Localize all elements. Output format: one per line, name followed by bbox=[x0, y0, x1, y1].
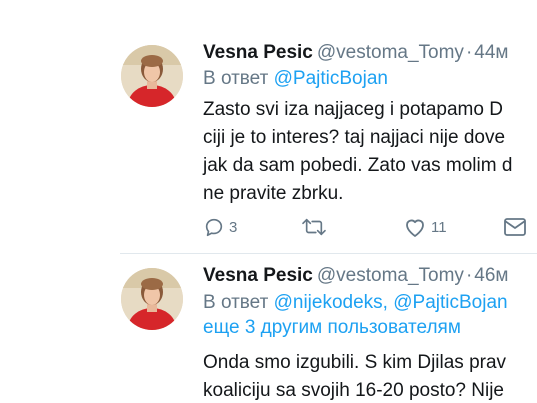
separator: · bbox=[465, 265, 473, 286]
tweet[interactable]: Vesna Pesic @vestoma_Tomy · 46м В ответ @ni… bbox=[0, 253, 537, 403]
separator: · bbox=[465, 42, 473, 63]
tweet-text-line: ne pravite zbrku. bbox=[203, 183, 344, 204]
tweet-header: Vesna Pesic @vestoma_Tomy · 44м bbox=[203, 42, 508, 64]
tweet-text: Onda smo izgubili. S kim Djilas prav koa… bbox=[203, 349, 506, 403]
display-name[interactable]: Vesna Pesic bbox=[203, 42, 313, 63]
avatar-photo bbox=[121, 45, 183, 107]
reply-context: В ответ @PajticBojan bbox=[203, 67, 388, 91]
tweet[interactable]: Vesna Pesic @vestoma_Tomy · 44м В ответ @Pa… bbox=[0, 0, 537, 253]
tweet-text-line: Zasto svi iza najjaceg i potapamo D bbox=[203, 99, 503, 120]
avatar[interactable] bbox=[121, 45, 183, 107]
avatar[interactable] bbox=[121, 268, 183, 330]
reply-prefix: В ответ bbox=[203, 68, 269, 89]
tweet-time[interactable]: 46м bbox=[474, 265, 508, 286]
tweet-text-line: jak da sam pobedi. Zato vas molim d bbox=[203, 155, 513, 176]
tweet-actions: 3 11 bbox=[203, 213, 537, 241]
user-handle[interactable]: @vestoma_Tomy bbox=[317, 42, 464, 63]
reply-count: 3 bbox=[229, 218, 238, 236]
reply-mention[interactable]: @PajticBojan bbox=[274, 68, 388, 89]
retweet-icon bbox=[301, 216, 327, 238]
reply-mention[interactable]: @nijekodeks, @PajticBojan bbox=[274, 292, 508, 313]
tweet-text-line: Onda smo izgubili. S kim Djilas prav bbox=[203, 352, 507, 373]
like-count: 11 bbox=[431, 218, 447, 236]
reply-context: В ответ @nijekodeks, @PajticBojan bbox=[203, 291, 508, 315]
like-button[interactable]: 11 bbox=[403, 213, 447, 241]
tweet-time[interactable]: 44м bbox=[474, 42, 508, 63]
reply-more-users[interactable]: еще 3 другим пользователям bbox=[203, 316, 461, 340]
direct-message-button[interactable] bbox=[503, 213, 527, 241]
heart-icon bbox=[403, 216, 427, 238]
tweet-feed: Vesna Pesic @vestoma_Tomy · 44м В ответ @Pa… bbox=[0, 0, 537, 403]
retweet-button[interactable] bbox=[301, 213, 327, 241]
tweet-text: Zasto svi iza najjaceg i potapamo D ciji… bbox=[203, 96, 512, 208]
tweet-text-line: koaliciju sa svojih 16-20 posto? Nije bbox=[203, 380, 504, 401]
tweet-text-line: ciji je to interes? taj najjaci nije dov… bbox=[203, 127, 506, 148]
display-name[interactable]: Vesna Pesic bbox=[203, 265, 313, 286]
avatar-photo bbox=[121, 268, 183, 330]
envelope-icon bbox=[503, 217, 527, 237]
reply-icon bbox=[203, 216, 225, 238]
user-handle[interactable]: @vestoma_Tomy bbox=[317, 265, 464, 286]
reply-prefix: В ответ bbox=[203, 292, 269, 313]
tweet-header: Vesna Pesic @vestoma_Tomy · 46м bbox=[203, 265, 508, 287]
reply-button[interactable]: 3 bbox=[203, 213, 237, 241]
